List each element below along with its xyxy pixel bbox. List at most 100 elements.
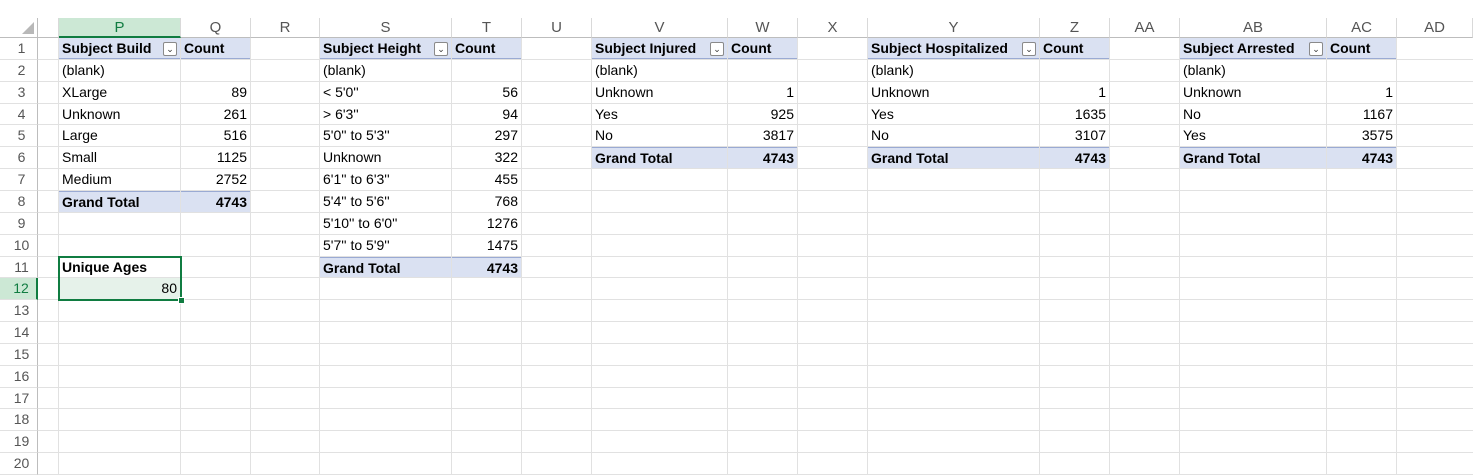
pivot-build-row-label[interactable]: Unknown bbox=[59, 104, 180, 124]
row-header-6[interactable]: 6 bbox=[0, 147, 38, 169]
pivot-height-row-label[interactable]: Unknown bbox=[320, 147, 451, 168]
pivot-hospitalized-row-value[interactable]: 1635 bbox=[1040, 104, 1109, 124]
pivot-build-grand-total-label[interactable]: Grand Total bbox=[59, 191, 180, 212]
pivot-build-row-value[interactable]: 1125 bbox=[181, 147, 250, 168]
pivot-build-row-label[interactable]: Small bbox=[59, 147, 180, 168]
column-header-ac[interactable]: AC bbox=[1327, 18, 1397, 38]
pivot-build-row-value[interactable]: 516 bbox=[181, 125, 250, 146]
pivot-injured-row-value[interactable]: 925 bbox=[728, 104, 797, 124]
pivot-height-row-value[interactable]: 94 bbox=[452, 104, 521, 124]
row-header-14[interactable]: 14 bbox=[0, 322, 38, 344]
pivot-hospitalized-field-header[interactable]: Subject Hospitalized bbox=[868, 38, 1039, 59]
pivot-hospitalized-row-value[interactable] bbox=[1040, 60, 1109, 81]
row-header-8[interactable]: 8 bbox=[0, 191, 38, 213]
pivot-injured-row-label[interactable]: (blank) bbox=[592, 60, 727, 81]
column-header-r[interactable]: R bbox=[251, 18, 320, 38]
pivot-height-row-value[interactable]: 1276 bbox=[452, 213, 521, 234]
row-header-12[interactable]: 12 bbox=[0, 278, 38, 300]
column-header-s[interactable]: S bbox=[320, 18, 452, 38]
pivot-hospitalized-row-label[interactable]: No bbox=[868, 125, 1039, 146]
pivot-build-field-header[interactable]: Subject Build bbox=[59, 38, 180, 59]
pivot-arrested-row-value[interactable]: 3575 bbox=[1327, 125, 1396, 146]
select-all-button[interactable] bbox=[0, 18, 38, 38]
pivot-build-count-header[interactable]: Count bbox=[181, 38, 250, 59]
pivot-injured-row-value[interactable]: 1 bbox=[728, 82, 797, 103]
pivot-hospitalized-grand-total-value[interactable]: 4743 bbox=[1040, 147, 1109, 168]
pivot-injured-row-label[interactable]: Unknown bbox=[592, 82, 727, 103]
pivot-height-row-value[interactable]: 297 bbox=[452, 125, 521, 146]
pivot-height-row-value[interactable]: 1475 bbox=[452, 235, 521, 256]
column-header-x[interactable]: X bbox=[798, 18, 868, 38]
pivot-height-row-label[interactable]: < 5'0'' bbox=[320, 82, 451, 103]
pivot-build-row-label[interactable]: (blank) bbox=[59, 60, 180, 81]
pivot-height-row-value[interactable]: 768 bbox=[452, 191, 521, 212]
column-header-ad[interactable]: AD bbox=[1397, 18, 1473, 38]
pivot-arrested-row-value[interactable]: 1 bbox=[1327, 82, 1396, 103]
pivot-build-grand-total-value[interactable]: 4743 bbox=[181, 191, 250, 212]
pivot-hospitalized-row-label[interactable]: Yes bbox=[868, 104, 1039, 124]
pivot-build-row-label[interactable]: Medium bbox=[59, 169, 180, 190]
pivot-arrested-grand-total-label[interactable]: Grand Total bbox=[1180, 147, 1326, 168]
pivot-arrested-row-label[interactable]: Yes bbox=[1180, 125, 1326, 146]
pivot-height-row-value[interactable]: 56 bbox=[452, 82, 521, 103]
row-header-19[interactable]: 19 bbox=[0, 431, 38, 453]
pivot-arrested-row-label[interactable]: No bbox=[1180, 104, 1326, 124]
fill-handle[interactable] bbox=[178, 297, 185, 304]
column-header-y[interactable]: Y bbox=[868, 18, 1040, 38]
column-header-u[interactable]: U bbox=[522, 18, 592, 38]
row-header-5[interactable]: 5 bbox=[0, 125, 38, 147]
pivot-hospitalized-grand-total-label[interactable]: Grand Total bbox=[868, 147, 1039, 168]
pivot-injured-grand-total-label[interactable]: Grand Total bbox=[592, 147, 727, 168]
pivot-hospitalized-row-label[interactable]: (blank) bbox=[868, 60, 1039, 81]
column-header-ab[interactable]: AB bbox=[1180, 18, 1327, 38]
pivot-arrested-row-value[interactable] bbox=[1327, 60, 1396, 81]
pivot-injured-row-label[interactable]: No bbox=[592, 125, 727, 146]
row-header-7[interactable]: 7 bbox=[0, 169, 38, 191]
row-header-17[interactable]: 17 bbox=[0, 388, 38, 409]
pivot-injured-row-label[interactable]: Yes bbox=[592, 104, 727, 124]
row-header-3[interactable]: 3 bbox=[0, 82, 38, 104]
filter-dropdown-button[interactable]: ⌄ bbox=[1022, 42, 1036, 56]
column-header-t[interactable]: T bbox=[452, 18, 522, 38]
pivot-height-row-label[interactable]: 5'7'' to 5'9'' bbox=[320, 235, 451, 256]
row-header-16[interactable]: 16 bbox=[0, 366, 38, 388]
row-header-1[interactable]: 1 bbox=[0, 38, 38, 60]
column-header-aa[interactable]: AA bbox=[1110, 18, 1180, 38]
pivot-injured-count-header[interactable]: Count bbox=[728, 38, 797, 59]
column-header-v[interactable]: V bbox=[592, 18, 728, 38]
pivot-injured-row-value[interactable]: 3817 bbox=[728, 125, 797, 146]
row-header-9[interactable]: 9 bbox=[0, 213, 38, 235]
column-header-w[interactable]: W bbox=[728, 18, 798, 38]
pivot-hospitalized-row-label[interactable]: Unknown bbox=[868, 82, 1039, 103]
pivot-height-grand-total-value[interactable]: 4743 bbox=[452, 257, 521, 277]
row-header-4[interactable]: 4 bbox=[0, 104, 38, 125]
pivot-height-row-label[interactable]: (blank) bbox=[320, 60, 451, 81]
row-header-13[interactable]: 13 bbox=[0, 300, 38, 322]
pivot-height-row-value[interactable]: 322 bbox=[452, 147, 521, 168]
filter-dropdown-button[interactable]: ⌄ bbox=[434, 42, 448, 56]
row-header-18[interactable]: 18 bbox=[0, 409, 38, 431]
pivot-build-row-label[interactable]: Large bbox=[59, 125, 180, 146]
pivot-arrested-count-header[interactable]: Count bbox=[1327, 38, 1396, 59]
row-header-20[interactable]: 20 bbox=[0, 453, 38, 475]
pivot-build-row-label[interactable]: XLarge bbox=[59, 82, 180, 103]
pivot-height-field-header[interactable]: Subject Height bbox=[320, 38, 451, 59]
pivot-height-grand-total-label[interactable]: Grand Total bbox=[320, 257, 451, 277]
pivot-height-row-label[interactable]: 5'0'' to 5'3'' bbox=[320, 125, 451, 146]
pivot-injured-row-value[interactable] bbox=[728, 60, 797, 81]
pivot-arrested-grand-total-value[interactable]: 4743 bbox=[1327, 147, 1396, 168]
pivot-height-count-header[interactable]: Count bbox=[452, 38, 521, 59]
row-header-11[interactable]: 11 bbox=[0, 257, 38, 278]
filter-dropdown-button[interactable]: ⌄ bbox=[163, 42, 177, 56]
column-header-q[interactable]: Q bbox=[181, 18, 251, 38]
row-header-10[interactable]: 10 bbox=[0, 235, 38, 257]
pivot-hospitalized-row-value[interactable]: 1 bbox=[1040, 82, 1109, 103]
filter-dropdown-button[interactable]: ⌄ bbox=[1309, 42, 1323, 56]
pivot-height-row-label[interactable]: > 6'3'' bbox=[320, 104, 451, 124]
row-header-2[interactable]: 2 bbox=[0, 60, 38, 82]
pivot-build-row-value[interactable]: 89 bbox=[181, 82, 250, 103]
pivot-height-row-value[interactable]: 455 bbox=[452, 169, 521, 190]
pivot-build-row-value[interactable] bbox=[181, 60, 250, 81]
pivot-height-row-label[interactable]: 6'1'' to 6'3'' bbox=[320, 169, 451, 190]
column-header-p[interactable]: P bbox=[59, 18, 181, 38]
